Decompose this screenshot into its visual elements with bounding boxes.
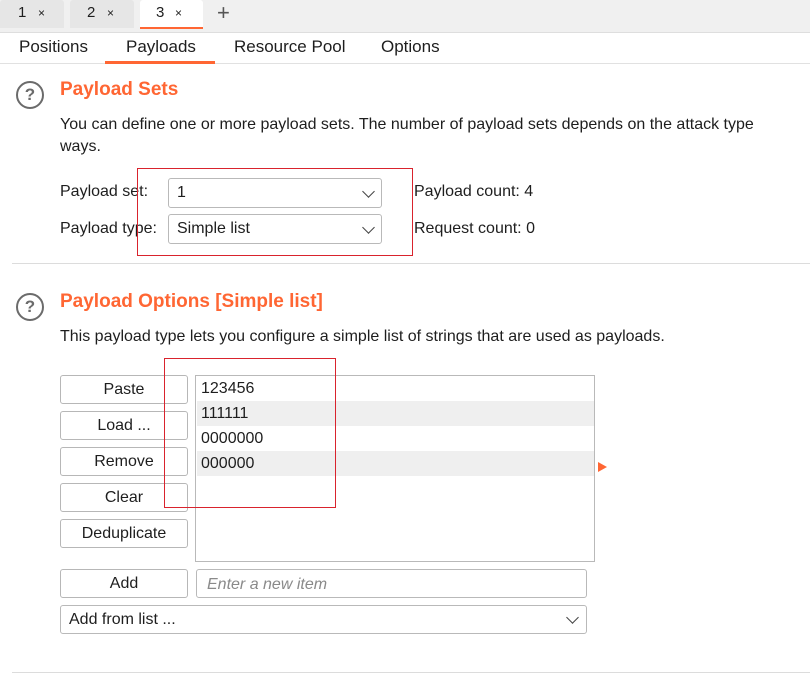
help-icon[interactable]: ? — [16, 293, 44, 321]
annotation-box-list — [164, 358, 336, 508]
active-tab-indicator — [105, 61, 215, 64]
request-tab-2[interactable]: 2 × — [70, 0, 134, 28]
tab-options[interactable]: Options — [381, 36, 440, 58]
tab-resource-pool[interactable]: Resource Pool — [234, 36, 346, 58]
request-tab-3[interactable]: 3 × — [140, 0, 203, 29]
close-icon[interactable]: × — [38, 0, 45, 26]
help-icon[interactable]: ? — [16, 81, 44, 109]
payload-sets-title: Payload Sets — [60, 79, 179, 100]
tab-number: 2 — [87, 4, 96, 21]
payload-options-title: Payload Options [Simple list] — [60, 291, 323, 312]
chevron-down-icon — [566, 611, 579, 624]
deduplicate-button[interactable]: Deduplicate — [60, 519, 188, 548]
expand-arrow-icon[interactable] — [598, 462, 607, 472]
payload-sets-description-cont: ways. — [60, 138, 101, 155]
tab-number: 1 — [18, 4, 27, 21]
payload-sets-description: You can define one or more payload sets.… — [60, 116, 754, 133]
add-from-list-value: Add from list ... — [69, 611, 176, 628]
section-divider — [12, 263, 810, 264]
section-divider — [12, 672, 810, 673]
tab-number: 3 — [156, 4, 165, 21]
tab-payloads[interactable]: Payloads — [126, 36, 196, 58]
payload-set-label: Payload set: — [60, 183, 149, 200]
payload-count: Payload count: 4 — [414, 183, 534, 200]
add-from-list-select[interactable]: Add from list ... — [60, 605, 587, 634]
tab-positions[interactable]: Positions — [19, 36, 88, 58]
new-item-input[interactable] — [205, 571, 579, 598]
request-tab-1[interactable]: 1 × — [0, 0, 64, 28]
annotation-box-selects — [137, 168, 413, 256]
add-tab-icon[interactable]: + — [217, 0, 230, 26]
close-icon[interactable]: × — [175, 0, 182, 26]
request-tab-bar: 1 × 2 × 3 × + — [0, 0, 810, 33]
add-button[interactable]: Add — [60, 569, 188, 598]
request-count: Request count: 0 — [414, 220, 535, 237]
payload-options-description: This payload type lets you configure a s… — [60, 328, 665, 345]
new-item-field-wrapper — [196, 569, 587, 598]
close-icon[interactable]: × — [107, 0, 114, 26]
